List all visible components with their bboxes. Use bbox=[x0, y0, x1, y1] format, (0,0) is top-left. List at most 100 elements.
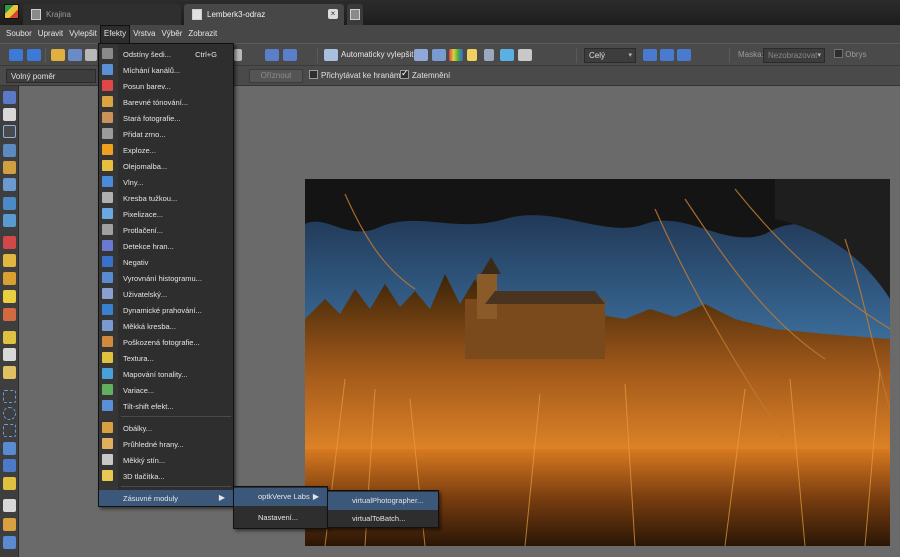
pencil-tool-icon[interactable] bbox=[3, 331, 16, 344]
menu-vylepsit[interactable]: Vylepšit bbox=[66, 25, 100, 43]
fit-width-icon[interactable] bbox=[660, 49, 674, 61]
menu-item-transparent-edges[interactable]: Průhledné hrany... bbox=[99, 436, 233, 452]
menu-item-threshold[interactable]: Dynamické prahování... bbox=[99, 302, 233, 318]
zoom-tool-icon[interactable] bbox=[3, 91, 16, 104]
sharpen-icon[interactable] bbox=[484, 49, 494, 61]
view-single-icon[interactable] bbox=[265, 49, 279, 61]
menu-item-edge-detect[interactable]: Detekce hran... bbox=[99, 238, 233, 254]
submenu-nastaveni[interactable]: Nastavení... bbox=[234, 509, 327, 527]
rect-select-tool-icon[interactable] bbox=[3, 390, 16, 403]
select-brush-tool-icon[interactable] bbox=[3, 477, 16, 490]
resize-tool-icon[interactable] bbox=[3, 178, 16, 191]
menu-item-tilt-shift[interactable]: Tilt-shift efekt... bbox=[99, 398, 233, 414]
lasso-tool-icon[interactable] bbox=[3, 424, 16, 437]
darken-checkbox[interactable]: Zatemnění bbox=[400, 68, 450, 80]
darken-checkbox-box[interactable] bbox=[400, 68, 409, 80]
menu-item-grain[interactable]: Přidat zrno... bbox=[99, 126, 233, 142]
menu-upravit[interactable]: Upravit bbox=[35, 25, 66, 43]
outline-checkbox[interactable]: Obrys bbox=[834, 49, 867, 59]
menu-vrstva[interactable]: Vrstva bbox=[130, 25, 158, 43]
menu-item-color-shift[interactable]: Posun barev... bbox=[99, 78, 233, 94]
menu-item-user-filter[interactable]: Uživatelský... bbox=[99, 286, 233, 302]
submenu-optkverve-labs[interactable]: optkVerve Labs ▶ bbox=[234, 488, 327, 506]
actual-size-icon[interactable] bbox=[677, 49, 691, 61]
menu-item-envelope[interactable]: Obálky... bbox=[99, 420, 233, 436]
menu-item-soft-drawing[interactable]: Měkká kresba... bbox=[99, 318, 233, 334]
layer-tool-icon[interactable] bbox=[3, 536, 16, 549]
shape-tool-icon[interactable] bbox=[3, 518, 16, 531]
auto-enhance-icon[interactable] bbox=[324, 49, 338, 61]
palette-icon[interactable] bbox=[518, 49, 532, 61]
color-icon[interactable] bbox=[449, 49, 463, 61]
menu-item-grayscale[interactable]: Odstíny šedi... Ctrl+G bbox=[99, 46, 233, 62]
menu-item-histogram[interactable]: Vyrovnání histogramu... bbox=[99, 270, 233, 286]
straighten-tool-icon[interactable] bbox=[3, 144, 16, 157]
wand-tool-icon[interactable] bbox=[3, 290, 16, 303]
resize-icon[interactable] bbox=[500, 49, 514, 61]
snap-checkbox-box[interactable] bbox=[309, 70, 318, 80]
fill-tool-icon[interactable] bbox=[3, 348, 16, 361]
menu-item-waves[interactable]: Vlny... bbox=[99, 174, 233, 190]
auto-enhance-button[interactable]: Automaticky vylepšit bbox=[341, 50, 413, 59]
open-folder-icon[interactable] bbox=[51, 49, 65, 61]
perspective-tool-icon[interactable] bbox=[3, 161, 16, 174]
menu-item-soft-shadow[interactable]: Měkký stín... bbox=[99, 452, 233, 468]
tab-lemberk3-odraz[interactable]: Lemberk3-odraz × bbox=[184, 4, 344, 25]
submenu-virtual-photographer[interactable]: virtualPhotographer... bbox=[328, 492, 438, 510]
menu-item-3d-button[interactable]: 3D tlačítka... bbox=[99, 468, 233, 484]
tilt-tool-icon[interactable] bbox=[3, 214, 16, 227]
zoom-select[interactable]: Celý ▾ bbox=[584, 48, 636, 63]
menu-item-variations[interactable]: Variace... bbox=[99, 382, 233, 398]
ellipse-select-tool-icon[interactable] bbox=[3, 407, 16, 420]
menu-item-emboss[interactable]: Protlačení... bbox=[99, 222, 233, 238]
transform-tool-icon[interactable] bbox=[3, 197, 16, 210]
print-icon[interactable] bbox=[85, 49, 97, 61]
hand-tool-icon[interactable] bbox=[3, 108, 16, 121]
light-icon[interactable] bbox=[467, 49, 477, 61]
new-tab-button[interactable] bbox=[347, 4, 363, 25]
menu-item-pixelize[interactable]: Pixelizace... bbox=[99, 206, 233, 222]
menu-item-plugins[interactable]: Zásuvné moduly ▶ bbox=[99, 490, 233, 506]
menu-soubor[interactable]: Soubor bbox=[3, 25, 35, 43]
smart-select-tool-icon[interactable] bbox=[3, 459, 16, 472]
menu-item-damaged-photo[interactable]: Poškozená fotografie... bbox=[99, 334, 233, 350]
forward-arrow-icon[interactable] bbox=[27, 49, 41, 61]
back-arrow-icon[interactable] bbox=[9, 49, 23, 61]
crop-button[interactable]: Oříznout bbox=[249, 69, 303, 83]
menu-efekty[interactable]: Efekty bbox=[99, 25, 131, 43]
ratio-select[interactable]: Volný poměr bbox=[6, 69, 96, 83]
view-split-icon[interactable] bbox=[283, 49, 297, 61]
rotate-icon[interactable] bbox=[234, 49, 242, 61]
menu-item-explosion[interactable]: Exploze... bbox=[99, 142, 233, 158]
tab-krajina[interactable]: Krajina bbox=[23, 4, 181, 25]
menu-item-old-photo[interactable]: Stará fotografie... bbox=[99, 110, 233, 126]
menu-item-texture[interactable]: Textura... bbox=[99, 350, 233, 366]
menu-vyber[interactable]: Výběr bbox=[158, 25, 185, 43]
menu-item-oil-paint[interactable]: Olejomalba... bbox=[99, 158, 233, 174]
stamp-tool-icon[interactable] bbox=[3, 254, 16, 267]
menu-zobrazit[interactable]: Zobrazit bbox=[185, 25, 220, 43]
fit-screen-icon[interactable] bbox=[643, 49, 657, 61]
app-logo-icon[interactable] bbox=[4, 4, 19, 19]
adjust-icon[interactable] bbox=[432, 49, 446, 61]
menu-item-channel-mixer[interactable]: Míchání kanálů... bbox=[99, 62, 233, 78]
magic-select-tool-icon[interactable] bbox=[3, 442, 16, 455]
mask-select[interactable]: Nezobrazovat ▾ bbox=[763, 48, 825, 63]
levels-icon[interactable] bbox=[414, 49, 428, 61]
eraser-tool-icon[interactable] bbox=[3, 366, 16, 379]
snap-checkbox[interactable]: Přichytávat ke hranám bbox=[309, 70, 401, 80]
menu-item-pencil-sketch[interactable]: Kresba tužkou... bbox=[99, 190, 233, 206]
submenu-virtual-to-batch[interactable]: virtualToBatch... bbox=[328, 510, 438, 528]
save-icon[interactable] bbox=[68, 49, 82, 61]
outline-checkbox-box[interactable] bbox=[834, 49, 843, 59]
menu-item-color-toning[interactable]: Barevné tónování... bbox=[99, 94, 233, 110]
red-eye-tool-icon[interactable] bbox=[3, 236, 16, 249]
verve-submenu: virtualPhotographer... virtualToBatch... bbox=[327, 490, 439, 528]
crop-tool-icon[interactable] bbox=[3, 125, 16, 138]
menu-item-negative[interactable]: Negativ bbox=[99, 254, 233, 270]
close-tab-icon[interactable]: × bbox=[328, 9, 338, 19]
menu-item-tone-mapping[interactable]: Mapování tonality... bbox=[99, 366, 233, 382]
text-tool-icon[interactable] bbox=[3, 499, 16, 512]
heal-tool-icon[interactable] bbox=[3, 272, 16, 285]
brush-tool-icon[interactable] bbox=[3, 308, 16, 321]
